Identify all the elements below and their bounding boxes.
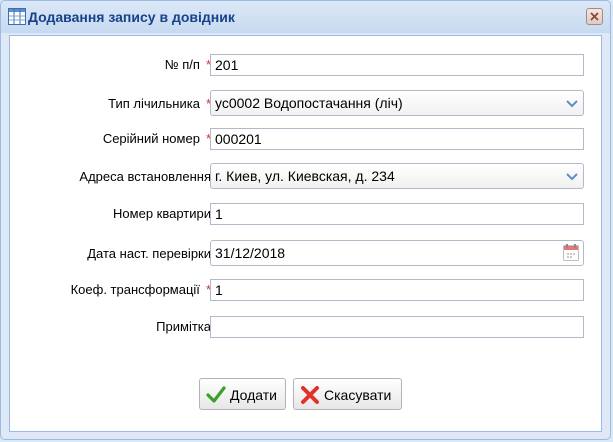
cross-icon: [300, 385, 320, 405]
row-meter-type: Тип лічильника * ус0002 Водопостачання (л…: [10, 90, 601, 116]
add-button-label: Додати: [230, 387, 277, 403]
apartment-label: Номер квартири: [113, 206, 211, 221]
check-icon: [206, 385, 226, 405]
note-label: Примітка: [156, 319, 211, 334]
row-note: Примітка: [10, 316, 601, 338]
meter-type-select[interactable]: ус0002 Водопостачання (ліч): [210, 90, 584, 116]
chevron-down-icon: [566, 173, 578, 181]
coef-label: Коеф. трансформації *: [70, 282, 211, 297]
close-button[interactable]: [586, 8, 603, 25]
number-field[interactable]: 201: [210, 54, 584, 76]
row-serial: Серійний номер * 000201: [10, 128, 601, 150]
chevron-down-icon: [566, 100, 578, 108]
next-check-date-field[interactable]: 31/12/2018: [210, 240, 584, 266]
note-field[interactable]: [210, 316, 584, 338]
row-apartment: Номер квартири 1: [10, 203, 601, 225]
row-address: Адреса встановлення г. Киев, ул. Киевска…: [10, 163, 601, 189]
serial-field[interactable]: 000201: [210, 128, 584, 150]
address-label: Адреса встановлення: [79, 169, 211, 184]
meter-type-value: ус0002 Водопостачання (ліч): [215, 95, 403, 111]
next-check-label: Дата наст. перевірки: [87, 246, 211, 261]
number-label: № п/п *: [164, 57, 211, 72]
dialog-window: Додавання запису в довідник № п/п * 201 Т…: [0, 0, 611, 440]
address-dropdown-button[interactable]: [561, 167, 583, 187]
grid-table-icon: [8, 8, 26, 25]
calendar-icon: [563, 244, 579, 261]
cancel-button[interactable]: Скасувати: [293, 378, 402, 410]
apartment-field[interactable]: 1: [210, 203, 584, 225]
close-icon: [590, 12, 599, 21]
form-panel: № п/п * 201 Тип лічильника * ус0002 Водопо…: [9, 35, 602, 432]
coef-field[interactable]: 1: [210, 279, 584, 301]
serial-label: Серійний номер *: [102, 131, 211, 146]
row-number: № п/п * 201: [10, 54, 601, 76]
dialog-title: Додавання запису в довідник: [28, 9, 235, 25]
row-coef: Коеф. трансформації * 1: [10, 279, 601, 301]
next-check-value: 31/12/2018: [215, 245, 286, 261]
calendar-button[interactable]: [562, 243, 582, 262]
dialog-titlebar[interactable]: Додавання запису в довідник: [1, 1, 610, 33]
row-next-check: Дата наст. перевірки 31/12/2018: [10, 240, 601, 266]
address-value: г. Киев, ул. Киевская, д. 234: [215, 168, 395, 184]
meter-type-dropdown-button[interactable]: [561, 94, 583, 114]
cancel-button-label: Скасувати: [324, 387, 392, 403]
meter-type-label: Тип лічильника *: [108, 96, 211, 111]
add-button[interactable]: Додати: [199, 378, 286, 410]
address-select[interactable]: г. Киев, ул. Киевская, д. 234: [210, 163, 584, 189]
